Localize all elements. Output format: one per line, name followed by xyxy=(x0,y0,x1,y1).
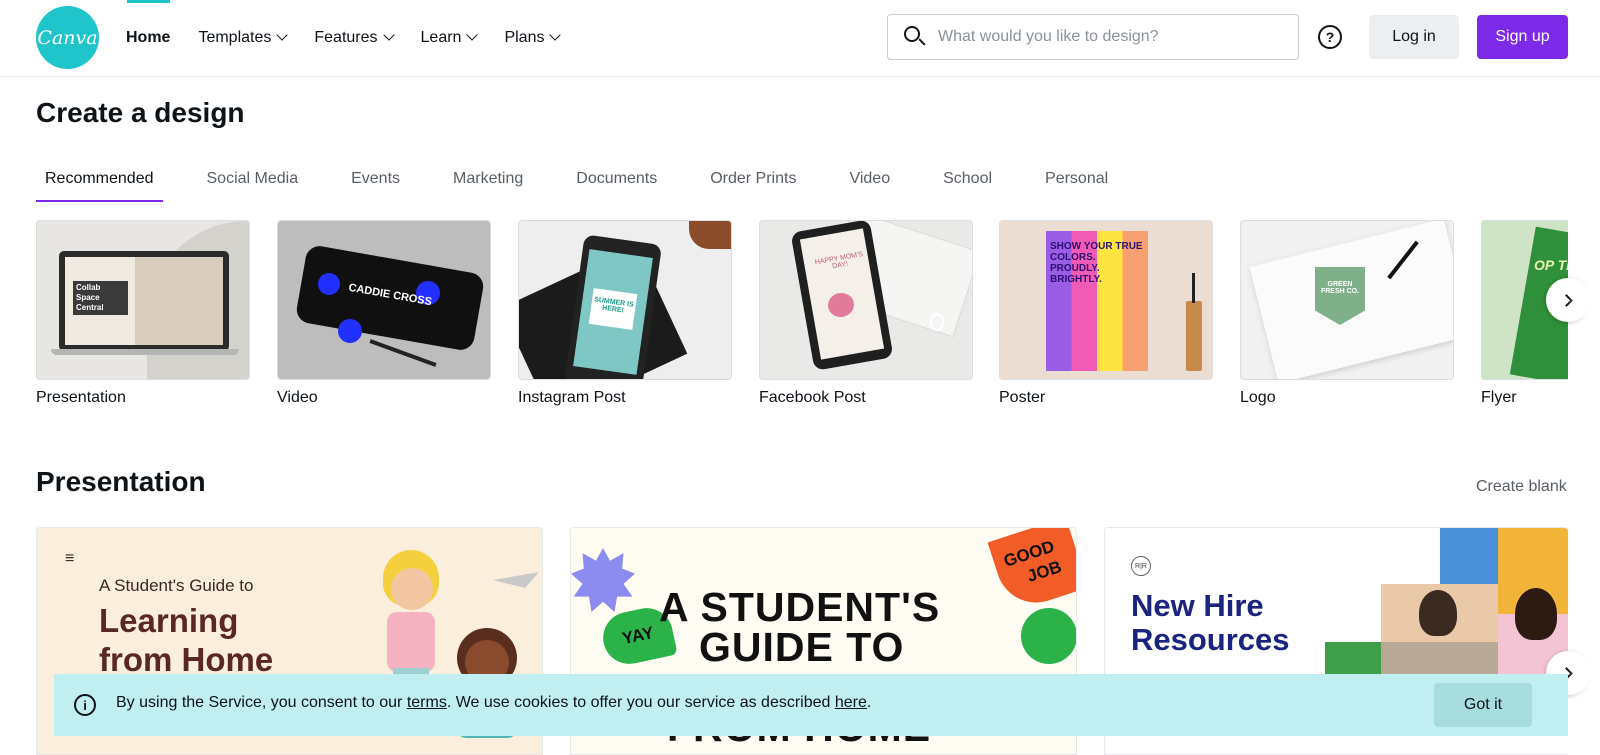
template-title-line1: New Hire xyxy=(1131,588,1264,623)
design-card-instagram-post[interactable]: SUMMER IS HERE! Instagram Post xyxy=(518,220,732,407)
logo-thumbnail: GREEN FRESH CO. xyxy=(1240,220,1454,380)
nav-features-label: Features xyxy=(314,28,378,46)
template-title-line1: Learning xyxy=(99,602,239,639)
instagram-thumb-text: SUMMER IS HERE! xyxy=(588,288,638,330)
chevron-down-icon xyxy=(276,29,289,41)
tab-video[interactable]: Video xyxy=(840,160,899,202)
canva-logo[interactable]: Canva xyxy=(36,6,99,69)
signup-label: Sign up xyxy=(1495,28,1550,45)
create-design-title: Create a design xyxy=(36,97,245,128)
template-title-line2: GUIDE TO xyxy=(699,624,905,670)
top-navigation-bar: Canva Home Templates Features Learn Plan… xyxy=(0,0,1600,77)
template-title-line2: Resources xyxy=(1131,622,1290,657)
terms-link[interactable]: terms xyxy=(407,694,447,711)
tab-documents[interactable]: Documents xyxy=(567,160,666,202)
search-box[interactable] xyxy=(887,14,1299,60)
card-label: Poster xyxy=(999,389,1046,406)
got-it-label: Got it xyxy=(1463,696,1503,713)
card-label: Video xyxy=(277,389,318,406)
instagram-post-thumbnail: SUMMER IS HERE! xyxy=(518,220,732,380)
poster-thumbnail: SHOW YOUR TRUE COLORS. PROUDLY. BRIGHTLY… xyxy=(999,220,1213,380)
nav-learn[interactable]: Learn xyxy=(420,28,479,47)
cookie-text-part: . We use cookies to offer you our servic… xyxy=(446,694,835,711)
create-blank-link[interactable]: Create blank xyxy=(1476,478,1567,496)
login-button[interactable]: Log in xyxy=(1369,15,1459,59)
flyer-thumb-text: OP TRY xyxy=(1534,257,1568,273)
help-icon[interactable]: ? xyxy=(1318,25,1342,49)
tab-events[interactable]: Events xyxy=(342,160,409,202)
facebook-post-thumbnail: HAPPY MOM'S DAY! xyxy=(759,220,973,380)
card-label: Presentation xyxy=(36,389,126,406)
nav-templates[interactable]: Templates xyxy=(198,28,289,47)
design-card-presentation[interactable]: Collab Space Central Presentation xyxy=(36,220,250,407)
nav-learn-label: Learn xyxy=(420,28,462,46)
chevron-down-icon xyxy=(382,29,395,41)
design-card-video[interactable]: CADDIE CROSS Video xyxy=(277,220,491,407)
template-subtitle: A Student's Guide to xyxy=(99,576,254,595)
help-symbol: ? xyxy=(1325,29,1335,45)
card-label: Facebook Post xyxy=(759,389,866,406)
video-thumbnail: CADDIE CROSS xyxy=(277,220,491,380)
nav-features[interactable]: Features xyxy=(314,28,395,47)
info-symbol: i xyxy=(83,697,87,713)
here-link[interactable]: here xyxy=(835,694,867,711)
chevron-down-icon xyxy=(466,29,479,41)
cookie-banner: i By using the Service, you consent to o… xyxy=(54,674,1568,736)
design-category-tabs: Recommended Social Media Events Marketin… xyxy=(36,160,1152,202)
main-nav: Home Templates Features Learn Plans xyxy=(126,0,587,75)
design-card-logo[interactable]: GREEN FRESH CO. Logo xyxy=(1240,220,1454,407)
login-label: Log in xyxy=(1392,28,1436,45)
chevron-down-icon xyxy=(549,29,562,41)
presentation-thumb-text: Collab Space Central xyxy=(73,281,128,315)
tab-social-media[interactable]: Social Media xyxy=(198,160,308,202)
card-label: Instagram Post xyxy=(518,389,626,406)
search-input[interactable] xyxy=(938,28,1278,46)
cookie-text-part: . xyxy=(866,694,872,711)
right-edge-fade xyxy=(1568,77,1600,755)
nav-templates-label: Templates xyxy=(198,28,272,46)
tab-school[interactable]: School xyxy=(934,160,1001,202)
template-badge: R|R xyxy=(1131,556,1151,576)
signup-button[interactable]: Sign up xyxy=(1477,15,1568,59)
nav-home[interactable]: Home xyxy=(126,29,170,47)
nav-home-label: Home xyxy=(126,28,171,46)
design-card-poster[interactable]: SHOW YOUR TRUE COLORS. PROUDLY. BRIGHTLY… xyxy=(999,220,1213,407)
cookie-message: By using the Service, you consent to our… xyxy=(116,694,871,712)
presentation-thumbnail: Collab Space Central xyxy=(36,220,250,380)
tab-personal[interactable]: Personal xyxy=(1036,160,1117,202)
design-card-facebook-post[interactable]: HAPPY MOM'S DAY! Facebook Post xyxy=(759,220,973,407)
tab-marketing[interactable]: Marketing xyxy=(444,160,532,202)
got-it-button[interactable]: Got it xyxy=(1434,683,1532,727)
info-icon: i xyxy=(74,694,96,716)
presentation-section-title: Presentation xyxy=(36,466,206,497)
poster-thumb-text: SHOW YOUR TRUE COLORS. PROUDLY. BRIGHTLY… xyxy=(1050,241,1143,285)
nav-plans-label: Plans xyxy=(504,28,545,46)
tab-recommended[interactable]: Recommended xyxy=(36,160,163,202)
nav-plans[interactable]: Plans xyxy=(504,28,562,47)
logo-text: Canva xyxy=(37,26,98,49)
menu-icon: ≡ xyxy=(65,550,75,567)
cookie-text-part: By using the Service, you consent to our xyxy=(116,694,407,711)
search-icon[interactable] xyxy=(904,26,926,48)
card-label: Logo xyxy=(1240,389,1276,406)
card-label: Flyer xyxy=(1481,389,1517,406)
tab-order-prints[interactable]: Order Prints xyxy=(701,160,805,202)
